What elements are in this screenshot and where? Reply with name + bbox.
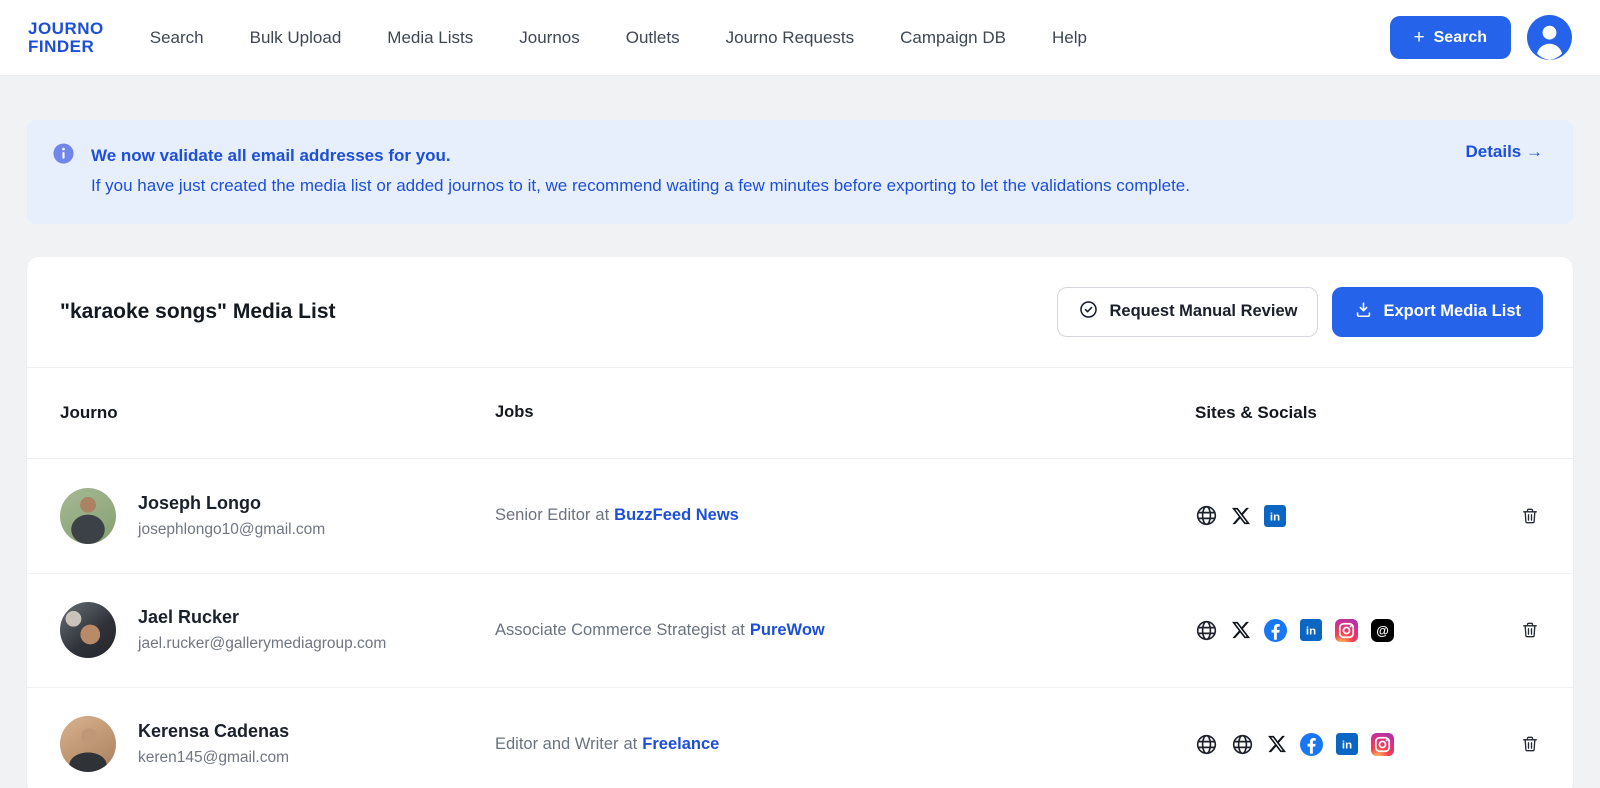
nav-item-help[interactable]: Help bbox=[1052, 28, 1087, 48]
website-icon[interactable] bbox=[1195, 504, 1218, 527]
journo-name: Jael Rucker bbox=[138, 607, 240, 627]
user-avatar-button[interactable] bbox=[1527, 15, 1572, 60]
row-actions bbox=[1510, 734, 1540, 754]
instagram-icon[interactable] bbox=[1335, 618, 1358, 642]
arrow-right-icon: → bbox=[1526, 142, 1543, 161]
export-media-list-button[interactable]: Export Media List bbox=[1332, 286, 1543, 337]
card-header: "karaoke songs" Media List Request Manua… bbox=[27, 257, 1573, 368]
nav-links: Search Bulk Upload Media Lists Journos O… bbox=[150, 28, 1370, 48]
nav-item-campaign-db[interactable]: Campaign DB bbox=[900, 28, 1006, 48]
socials: in bbox=[1195, 504, 1510, 527]
details-link[interactable]: Details → bbox=[1466, 142, 1543, 162]
job-cell: Senior Editor at BuzzFeed News bbox=[495, 506, 1195, 525]
job-connector: at bbox=[595, 506, 610, 524]
nav-item-outlets[interactable]: Outlets bbox=[626, 28, 680, 48]
x-icon[interactable] bbox=[1267, 734, 1287, 754]
linkedin-icon[interactable]: in bbox=[1300, 619, 1322, 641]
job-connector: at bbox=[731, 620, 745, 639]
download-icon bbox=[1354, 300, 1373, 324]
trash-icon[interactable] bbox=[1520, 506, 1540, 526]
instagram-icon[interactable] bbox=[1371, 732, 1394, 756]
job-title: Senior Editor bbox=[495, 506, 591, 524]
journo-cell: Jael Rucker jael.rucker@gallerymediagrou… bbox=[60, 602, 495, 658]
svg-text:in: in bbox=[1270, 511, 1280, 523]
media-list-card: "karaoke songs" Media List Request Manua… bbox=[27, 256, 1573, 788]
job-title: Editor and Writer bbox=[495, 734, 619, 753]
journo-identity: Jael Rucker jael.rucker@gallerymediagrou… bbox=[138, 607, 386, 653]
badge-check-icon bbox=[1078, 299, 1099, 325]
svg-text:@: @ bbox=[1376, 623, 1389, 638]
plus-icon: + bbox=[1413, 27, 1425, 48]
table-header-row: Journo Jobs Sites & Socials bbox=[27, 368, 1573, 459]
facebook-icon[interactable] bbox=[1264, 618, 1287, 642]
website-icon[interactable] bbox=[1195, 619, 1218, 642]
row-actions bbox=[1510, 620, 1540, 640]
nav-item-bulk-upload[interactable]: Bulk Upload bbox=[250, 28, 342, 48]
socials: in @ bbox=[1195, 618, 1510, 642]
job-connector: at bbox=[623, 734, 638, 753]
facebook-icon[interactable] bbox=[1300, 732, 1323, 756]
journo-identity: Kerensa Cadenas keren145@gmail.com bbox=[138, 721, 289, 767]
info-icon bbox=[52, 142, 75, 170]
nav-item-journo-requests[interactable]: Journo Requests bbox=[726, 28, 855, 48]
job-title: Associate Commerce Strategist bbox=[495, 620, 727, 639]
journo-email: jael.rucker@gallerymediagroup.com bbox=[138, 635, 387, 652]
threads-icon[interactable]: @ bbox=[1371, 618, 1394, 642]
top-nav: JOURNO FINDER Search Bulk Upload Media L… bbox=[0, 0, 1600, 76]
table-row: Kerensa Cadenas keren145@gmail.com Edito… bbox=[27, 686, 1573, 788]
journo-email: keren145@gmail.com bbox=[138, 749, 289, 766]
brand-line2: FINDER bbox=[28, 36, 95, 56]
banner-title: We now validate all email addresses for … bbox=[91, 146, 451, 165]
brand-logo[interactable]: JOURNO FINDER bbox=[28, 18, 104, 56]
outlet-link[interactable]: BuzzFeed News bbox=[614, 506, 739, 525]
avatar bbox=[60, 716, 116, 772]
linkedin-icon[interactable]: in bbox=[1264, 504, 1286, 527]
website-icon[interactable] bbox=[1231, 733, 1254, 756]
search-button[interactable]: + Search bbox=[1389, 16, 1511, 59]
x-icon[interactable] bbox=[1231, 506, 1251, 526]
nav-item-journos[interactable]: Journos bbox=[519, 28, 579, 48]
journo-name: Joseph Longo bbox=[138, 492, 261, 513]
column-header-journo: Journo bbox=[60, 402, 118, 422]
header-actions: Request Manual Review Export Media List bbox=[1057, 286, 1543, 337]
page-title: "karaoke songs" Media List bbox=[60, 299, 336, 323]
trash-icon[interactable] bbox=[1520, 734, 1540, 754]
x-icon[interactable] bbox=[1231, 620, 1251, 640]
nav-item-media-lists[interactable]: Media Lists bbox=[387, 28, 473, 48]
review-button-label: Request Manual Review bbox=[1109, 302, 1298, 320]
column-header-socials: Sites & Socials bbox=[1195, 402, 1317, 422]
job-cell: Editor and Writer at Freelance bbox=[495, 735, 1195, 754]
banner-body: If you have just created the media list … bbox=[91, 175, 1190, 195]
banner-text: We now validate all email addresses for … bbox=[91, 141, 1442, 201]
outlet-link[interactable]: PureWow bbox=[750, 621, 825, 640]
export-button-label: Export Media List bbox=[1383, 302, 1521, 320]
nav-item-search[interactable]: Search bbox=[150, 28, 204, 48]
journo-identity: Joseph Longo josephlongo10@gmail.com bbox=[138, 493, 325, 539]
row-actions bbox=[1510, 506, 1540, 526]
journo-cell: Kerensa Cadenas keren145@gmail.com bbox=[60, 716, 495, 772]
svg-text:in: in bbox=[1306, 626, 1316, 638]
job-cell: Associate Commerce Strategist at PureWow bbox=[495, 621, 1195, 640]
svg-text:in: in bbox=[1342, 740, 1352, 752]
table-body: Joseph Longo josephlongo10@gmail.com Sen… bbox=[27, 459, 1573, 788]
validation-banner: We now validate all email addresses for … bbox=[27, 120, 1573, 224]
brand-line1: JOURNO bbox=[28, 18, 104, 38]
column-header-jobs: Jobs bbox=[495, 403, 534, 421]
avatar bbox=[60, 487, 116, 544]
journo-name: Kerensa Cadenas bbox=[138, 721, 290, 741]
journo-cell: Joseph Longo josephlongo10@gmail.com bbox=[60, 487, 495, 544]
request-manual-review-button[interactable]: Request Manual Review bbox=[1057, 286, 1319, 337]
socials: in bbox=[1195, 732, 1510, 756]
trash-icon[interactable] bbox=[1520, 620, 1540, 640]
journo-email: josephlongo10@gmail.com bbox=[138, 520, 326, 538]
avatar bbox=[60, 602, 116, 658]
website-icon[interactable] bbox=[1195, 733, 1218, 756]
linkedin-icon[interactable]: in bbox=[1336, 733, 1358, 755]
table-row: Jael Rucker jael.rucker@gallerymediagrou… bbox=[27, 572, 1573, 687]
outlet-link[interactable]: Freelance bbox=[642, 735, 719, 754]
search-button-label: Search bbox=[1433, 28, 1487, 46]
person-icon bbox=[1527, 15, 1572, 60]
table-row: Joseph Longo josephlongo10@gmail.com Sen… bbox=[27, 459, 1573, 573]
